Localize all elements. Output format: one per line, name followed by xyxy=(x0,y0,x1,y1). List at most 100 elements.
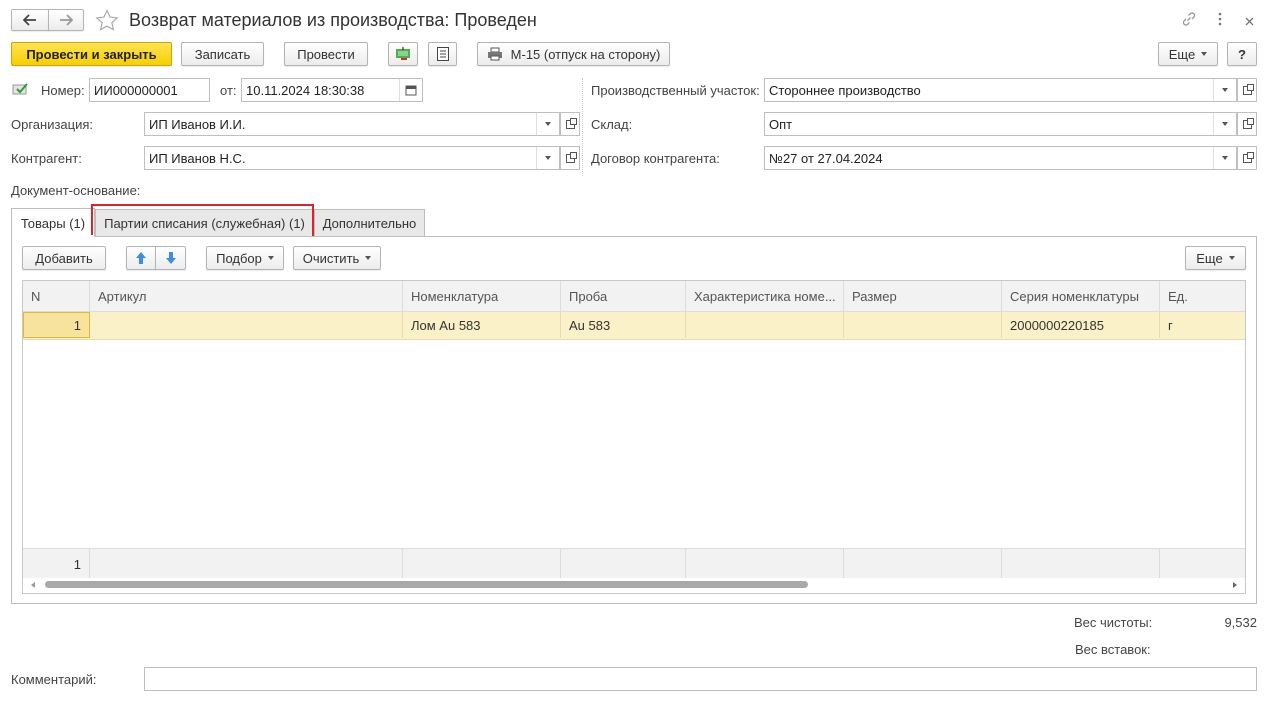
contractor-open-button[interactable] xyxy=(560,146,580,170)
arrow-left-icon xyxy=(23,14,36,26)
cell-nomenclature[interactable]: Лом Au 583 xyxy=(403,312,561,338)
inserts-weight-label: Вес вставок: xyxy=(1075,642,1151,657)
move-up-button[interactable] xyxy=(126,246,156,270)
column-header-article[interactable]: Артикул xyxy=(90,281,403,311)
tab-goods[interactable]: Товары (1) xyxy=(11,208,95,238)
post-and-close-button[interactable]: Провести и закрыть xyxy=(11,42,172,66)
cell-size[interactable] xyxy=(844,312,1002,338)
table-more-button[interactable]: Еще xyxy=(1185,246,1246,270)
table-footer: 1 xyxy=(23,548,1245,579)
contract-dropdown-button[interactable] xyxy=(1213,147,1236,169)
dt-kt-report-button[interactable] xyxy=(388,42,418,66)
add-row-button[interactable]: Добавить xyxy=(22,246,106,270)
column-header-probe[interactable]: Проба xyxy=(561,281,686,311)
production-section-value: Стороннее производство xyxy=(769,82,921,98)
warehouse-label: Склад: xyxy=(591,117,633,132)
pick-label: Подбор xyxy=(216,250,262,266)
cell-n-value: 1 xyxy=(73,317,81,333)
chevron-down-icon xyxy=(1228,256,1235,260)
contractor-dropdown-button[interactable] xyxy=(536,147,559,169)
chevron-down-icon xyxy=(1222,156,1228,160)
organization-value: ИП Иванов И.И. xyxy=(149,116,246,132)
number-label: Номер: xyxy=(41,83,85,98)
arrow-up-icon xyxy=(136,252,146,264)
footer-cell xyxy=(1002,549,1160,579)
arrow-down-icon xyxy=(165,252,176,264)
contractor-value: ИП Иванов Н.С. xyxy=(149,150,246,166)
column-separator xyxy=(582,78,583,176)
production-section-field[interactable]: Стороннее производство xyxy=(764,78,1237,102)
organization-open-button[interactable] xyxy=(560,112,580,136)
date-value: 10.11.2024 18:30:38 xyxy=(246,82,365,98)
goods-table[interactable]: N Артикул Номенклатура Проба Характерист… xyxy=(22,280,1246,594)
production-section-dropdown-button[interactable] xyxy=(1213,79,1236,101)
scrollbar-thumb[interactable] xyxy=(45,581,808,588)
footer-count-value: 1 xyxy=(73,556,81,572)
forward-button[interactable] xyxy=(48,9,84,31)
contract-value: №27 от 27.04.2024 xyxy=(769,150,883,166)
more-vertical-icon[interactable] xyxy=(1218,12,1222,29)
date-field[interactable]: 10.11.2024 18:30:38 xyxy=(241,78,423,102)
table-more-label: Еще xyxy=(1196,250,1223,266)
footer-cell xyxy=(844,549,1002,579)
pick-button[interactable]: Подбор xyxy=(206,246,284,270)
production-section-open-button[interactable] xyxy=(1237,78,1257,102)
move-down-button[interactable] xyxy=(155,246,186,270)
calendar-button[interactable] xyxy=(399,79,422,101)
help-button[interactable]: ? xyxy=(1227,42,1257,66)
warehouse-field[interactable]: Опт xyxy=(764,112,1237,136)
structure-report-button[interactable] xyxy=(428,42,457,66)
contract-open-button[interactable] xyxy=(1237,146,1257,170)
link-icon[interactable] xyxy=(1181,11,1197,30)
page-title: Возврат материалов из производства: Пров… xyxy=(129,10,537,30)
warehouse-open-button[interactable] xyxy=(1237,112,1257,136)
cell-probe[interactable]: Au 583 xyxy=(561,312,686,338)
comment-field[interactable] xyxy=(144,667,1257,691)
more-actions-button[interactable]: Еще xyxy=(1158,42,1218,66)
warehouse-value: Опт xyxy=(769,116,793,132)
save-button[interactable]: Записать xyxy=(181,42,264,66)
printer-icon xyxy=(487,47,502,61)
contract-field[interactable]: №27 от 27.04.2024 xyxy=(764,146,1237,170)
cell-series[interactable]: 2000000220185 xyxy=(1002,312,1160,338)
back-button[interactable] xyxy=(11,9,49,31)
footer-cell xyxy=(403,549,561,579)
clear-button[interactable]: Очистить xyxy=(293,246,381,270)
organization-field[interactable]: ИП Иванов И.И. xyxy=(144,112,560,136)
print-m15-button[interactable]: М-15 (отпуск на сторону) xyxy=(477,42,670,66)
column-header-nomenclature[interactable]: Номенклатура xyxy=(403,281,561,311)
organization-dropdown-button[interactable] xyxy=(536,113,559,135)
column-header-size[interactable]: Размер xyxy=(844,281,1002,311)
column-header-n[interactable]: N xyxy=(23,281,90,311)
warehouse-dropdown-button[interactable] xyxy=(1213,113,1236,135)
comment-label: Комментарий: xyxy=(11,672,97,687)
more-actions-label: Еще xyxy=(1168,46,1196,62)
tab-additional[interactable]: Дополнительно xyxy=(314,209,425,237)
scroll-right-icon[interactable] xyxy=(1233,582,1237,588)
basis-document-label: Документ-основание: xyxy=(11,183,141,198)
footer-cell xyxy=(90,549,403,579)
purity-weight-value: 9,532 xyxy=(1224,615,1257,630)
favorite-star-icon[interactable] xyxy=(95,9,119,34)
column-header-characteristic[interactable]: Характеристика номе... xyxy=(686,281,844,311)
cell-n[interactable]: 1 xyxy=(23,312,90,338)
purity-weight-label: Вес чистоты: xyxy=(1074,615,1153,630)
open-form-icon xyxy=(1242,117,1254,129)
cell-article[interactable] xyxy=(90,312,403,338)
active-tab-join xyxy=(12,235,94,237)
close-icon[interactable] xyxy=(1245,14,1254,29)
column-header-unit[interactable]: Ед. xyxy=(1160,281,1245,311)
chevron-down-icon xyxy=(1201,52,1208,56)
number-field[interactable]: ИИ000000001 xyxy=(89,78,210,102)
contractor-field[interactable]: ИП Иванов Н.С. xyxy=(144,146,560,170)
contractor-label: Контрагент: xyxy=(11,151,82,166)
table-row[interactable]: 1 Лом Au 583 Au 583 2000000220185 г xyxy=(23,312,1245,340)
horizontal-scrollbar[interactable] xyxy=(23,578,1245,593)
post-button[interactable]: Провести xyxy=(284,42,368,66)
production-section-label: Производственный участок: xyxy=(591,83,760,98)
cell-characteristic[interactable] xyxy=(686,312,844,338)
scroll-left-icon[interactable] xyxy=(31,582,35,588)
cell-unit[interactable]: г xyxy=(1160,312,1245,338)
chevron-down-icon xyxy=(365,256,372,260)
column-header-series[interactable]: Серия номенклатуры xyxy=(1002,281,1160,311)
